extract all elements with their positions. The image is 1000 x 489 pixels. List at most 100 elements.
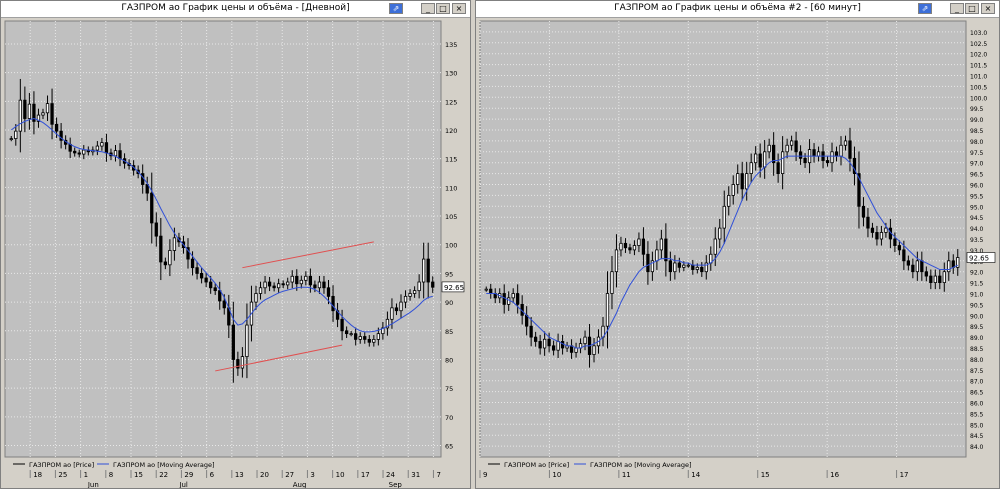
candle-body — [73, 150, 77, 154]
candle-body — [789, 140, 794, 146]
candle-body — [245, 324, 249, 358]
y-tick-label: 103.0 — [970, 30, 987, 37]
candle-body — [222, 300, 226, 309]
candle-body — [204, 277, 208, 283]
candle-body — [14, 130, 18, 140]
candle-body — [313, 284, 317, 289]
candle-body — [272, 285, 276, 289]
minimize-button[interactable]: _ — [950, 3, 964, 14]
x-tick-label: 10 — [552, 471, 561, 479]
x-tick-label: 22 — [159, 471, 168, 479]
maximize-button[interactable]: □ — [965, 3, 979, 14]
x-tick-label: 25 — [58, 471, 67, 479]
hourly-price-chart[interactable]: 84.0 84.5 85.0 85.5 86.0 86.5 87.0 87.5 88.0 88.5… — [476, 17, 999, 488]
close-button[interactable]: × — [981, 3, 995, 14]
candle-body — [304, 275, 308, 281]
candle-body — [906, 260, 910, 266]
candle-body — [628, 247, 632, 251]
candle-body — [145, 184, 149, 194]
candle-body — [583, 336, 587, 345]
candle-body — [816, 151, 821, 157]
candle-body — [691, 264, 695, 270]
y-tick-label: 130 — [445, 70, 457, 78]
candle-body — [668, 260, 672, 273]
candle-body — [299, 279, 303, 285]
x-tick-label: 15 — [761, 471, 770, 479]
x-tick-label: 17 — [900, 471, 909, 479]
candle-body — [731, 184, 735, 196]
candle-body — [938, 275, 942, 283]
y-tick-label: 85 — [445, 328, 453, 336]
y-tick-label: 110 — [445, 184, 457, 192]
candle-body — [547, 338, 551, 347]
y-tick-label: 94.5 — [970, 215, 984, 222]
candle-body — [682, 264, 686, 268]
y-tick-label: 85.5 — [970, 411, 984, 418]
candle-body — [870, 227, 875, 233]
candle-body — [77, 152, 81, 155]
x-tick-label: 27 — [285, 471, 294, 479]
candle-body — [489, 288, 493, 294]
x-tick-label: 15 — [134, 471, 143, 479]
candle-body — [317, 281, 322, 289]
daily-window-titlebar[interactable]: ГАЗПРОМ ао График цены и объёма - [Дневн… — [1, 1, 470, 18]
candle-body — [254, 293, 258, 303]
candle-body — [893, 238, 897, 246]
pin-button[interactable]: ⇗ — [389, 3, 403, 14]
candle-body — [902, 249, 906, 262]
candle-body — [646, 253, 650, 273]
candle-body — [431, 281, 435, 288]
candle-body — [403, 295, 408, 303]
candle-body — [231, 324, 235, 360]
candle-body — [172, 237, 177, 251]
candle-body — [920, 260, 924, 273]
candle-body — [866, 216, 870, 229]
candle-body — [834, 151, 839, 157]
maximize-button[interactable]: □ — [436, 3, 450, 14]
x-tick-label: 9 — [483, 471, 487, 479]
candle-body — [659, 238, 664, 251]
candle-body — [911, 264, 915, 273]
candle-body — [258, 287, 263, 294]
candle-body — [677, 262, 681, 268]
candle-body — [951, 260, 955, 268]
candle-body — [848, 140, 852, 159]
candle-body — [344, 330, 349, 335]
x-tick-label: 20 — [260, 471, 269, 479]
candle-body — [45, 103, 50, 114]
candle-body — [295, 275, 299, 285]
candle-body — [267, 281, 272, 287]
candle-body — [619, 242, 623, 251]
x-tick-label: 8 — [109, 471, 113, 479]
candle-body — [605, 293, 610, 327]
x-tick-label: 1 — [84, 471, 88, 479]
y-tick-label: 85.0 — [970, 422, 984, 429]
candle-body — [118, 150, 122, 160]
hourly-window-titlebar[interactable]: ГАЗПРОМ ао График цены и объёма #2 - [60… — [476, 1, 999, 18]
candle-body — [9, 138, 13, 141]
y-tick-label: 90.0 — [970, 313, 984, 320]
hourly-chart-window: ГАЗПРОМ ао График цены и объёма #2 - [60… — [475, 0, 1000, 489]
candle-body — [592, 345, 596, 355]
candle-body — [399, 301, 403, 312]
x-tick-label: 18 — [33, 471, 42, 479]
candle-body — [574, 347, 578, 353]
candle-body — [23, 99, 27, 119]
candle-body — [322, 281, 326, 289]
candle-body — [390, 307, 394, 320]
candle-body — [776, 162, 780, 174]
candle-body — [718, 227, 722, 240]
candle-body — [839, 144, 843, 157]
x-tick-label: 13 — [235, 471, 244, 479]
minimize-button[interactable]: _ — [421, 3, 435, 14]
y-tick-label: 93.5 — [970, 237, 984, 244]
candle-body — [767, 144, 771, 153]
candle-body — [195, 267, 199, 274]
candle-body — [722, 205, 726, 229]
daily-price-chart[interactable]: 6570758085909510010511011512012513013518… — [1, 17, 470, 488]
pin-button[interactable]: ⇗ — [918, 3, 932, 14]
close-button[interactable]: × — [452, 3, 466, 14]
candle-body — [754, 153, 758, 164]
x-tick-label: 3 — [310, 471, 314, 479]
candle-body — [263, 281, 267, 289]
